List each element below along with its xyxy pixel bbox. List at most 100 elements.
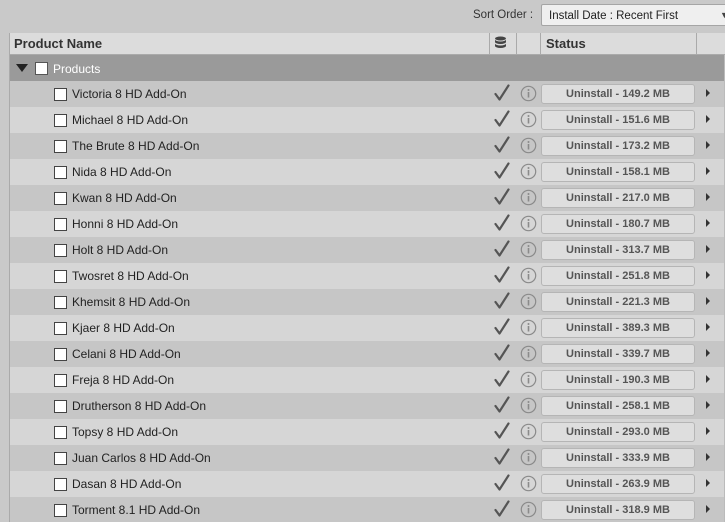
uninstall-button[interactable]: Uninstall - 251.8 MB [541,266,695,286]
info-icon[interactable] [520,215,537,235]
uninstall-button[interactable]: Uninstall - 173.2 MB [541,136,695,156]
uninstall-button[interactable]: Uninstall - 293.0 MB [541,422,695,442]
table-row[interactable]: Topsy 8 HD Add-On Uninstall - 293.0 MB [10,419,725,445]
arrow-right-icon[interactable] [706,167,710,175]
info-icon[interactable] [520,267,537,287]
arrow-right-icon[interactable] [706,89,710,97]
arrow-right-icon[interactable] [706,193,710,201]
uninstall-button[interactable]: Uninstall - 339.7 MB [541,344,695,364]
arrow-right-icon[interactable] [706,479,710,487]
arrow-right-icon[interactable] [706,245,710,253]
info-icon[interactable] [520,423,537,443]
arrow-right-icon[interactable] [706,297,710,305]
checkmark-icon [494,474,510,495]
uninstall-button[interactable]: Uninstall - 217.0 MB [541,188,695,208]
arrow-right-icon[interactable] [706,453,710,461]
product-name: Juan Carlos 8 HD Add-On [72,451,211,465]
product-name: Torment 8.1 HD Add-On [72,503,201,517]
row-checkbox[interactable] [54,452,67,465]
table-row[interactable]: Khemsit 8 HD Add-On Uninstall - 221.3 MB [10,289,725,315]
info-icon[interactable] [520,293,537,313]
uninstall-button[interactable]: Uninstall - 180.7 MB [541,214,695,234]
product-name: Topsy 8 HD Add-On [72,425,179,439]
arrow-right-icon[interactable] [706,219,710,227]
uninstall-button[interactable]: Uninstall - 258.1 MB [541,396,695,416]
sort-order-dropdown[interactable]: Install Date : Recent First ▼ [541,4,725,26]
info-icon[interactable] [520,397,537,417]
info-icon[interactable] [520,345,537,365]
table-row[interactable]: Michael 8 HD Add-On Uninstall - 151.6 MB [10,107,725,133]
arrow-right-icon[interactable] [706,349,710,357]
row-checkbox[interactable] [54,218,67,231]
table-row[interactable]: Torment 8.1 HD Add-On Uninstall - 318.9 M… [10,497,725,522]
table-row[interactable]: Dasan 8 HD Add-On Uninstall - 263.9 MB [10,471,725,497]
arrow-right-icon[interactable] [706,115,710,123]
arrow-right-icon[interactable] [706,427,710,435]
row-checkbox[interactable] [54,400,67,413]
arrow-right-icon[interactable] [706,375,710,383]
group-row-products[interactable]: Products [10,55,725,81]
row-checkbox[interactable] [54,478,67,491]
uninstall-button[interactable]: Uninstall - 318.9 MB [541,500,695,520]
group-checkbox[interactable] [35,62,48,75]
table-row[interactable]: Holt 8 HD Add-On Uninstall - 313.7 MB [10,237,725,263]
row-checkbox[interactable] [54,88,67,101]
row-checkbox[interactable] [54,322,67,335]
uninstall-button[interactable]: Uninstall - 221.3 MB [541,292,695,312]
arrow-right-icon[interactable] [706,271,710,279]
uninstall-button[interactable]: Uninstall - 158.1 MB [541,162,695,182]
table-row[interactable]: Juan Carlos 8 HD Add-On Uninstall - 333.9… [10,445,725,471]
table-row[interactable]: Drutherson 8 HD Add-On Uninstall - 258.1 … [10,393,725,419]
info-icon[interactable] [520,163,537,183]
table-row[interactable]: Twosret 8 HD Add-On Uninstall - 251.8 MB [10,263,725,289]
column-divider [696,33,697,54]
row-checkbox[interactable] [54,244,67,257]
row-checkbox[interactable] [54,426,67,439]
row-checkbox[interactable] [54,192,67,205]
info-icon[interactable] [520,85,537,105]
uninstall-button[interactable]: Uninstall - 263.9 MB [541,474,695,494]
table-row[interactable]: Kjaer 8 HD Add-On Uninstall - 389.3 MB [10,315,725,341]
uninstall-button[interactable]: Uninstall - 149.2 MB [541,84,695,104]
table-row[interactable]: Kwan 8 HD Add-On Uninstall - 217.0 MB [10,185,725,211]
info-icon[interactable] [520,319,537,339]
row-checkbox[interactable] [54,504,67,517]
arrow-right-icon[interactable] [706,505,710,513]
table-row[interactable]: Freja 8 HD Add-On Uninstall - 190.3 MB [10,367,725,393]
uninstall-button[interactable]: Uninstall - 190.3 MB [541,370,695,390]
row-checkbox[interactable] [54,374,67,387]
table-row[interactable]: Nida 8 HD Add-On Uninstall - 158.1 MB [10,159,725,185]
table-row[interactable]: Honni 8 HD Add-On Uninstall - 180.7 MB [10,211,725,237]
triangle-down-icon[interactable] [16,64,28,72]
info-icon[interactable] [520,501,537,521]
table-row[interactable]: Victoria 8 HD Add-On Uninstall - 149.2 MB [10,81,725,107]
uninstall-button[interactable]: Uninstall - 313.7 MB [541,240,695,260]
uninstall-button[interactable]: Uninstall - 333.9 MB [541,448,695,468]
row-checkbox[interactable] [54,270,67,283]
uninstall-button[interactable]: Uninstall - 389.3 MB [541,318,695,338]
info-icon[interactable] [520,449,537,469]
arrow-right-icon[interactable] [706,401,710,409]
arrow-right-icon[interactable] [706,141,710,149]
info-icon[interactable] [520,371,537,391]
product-name: Freja 8 HD Add-On [72,373,175,387]
row-checkbox[interactable] [54,348,67,361]
info-icon[interactable] [520,111,537,131]
row-checkbox[interactable] [54,114,67,127]
arrow-right-icon[interactable] [706,323,710,331]
row-checkbox[interactable] [54,140,67,153]
table-row[interactable]: The Brute 8 HD Add-On Uninstall - 173.2 M… [10,133,725,159]
info-icon[interactable] [520,475,537,495]
info-icon[interactable] [520,189,537,209]
checkmark-icon [494,266,510,287]
info-icon[interactable] [520,241,537,261]
uninstall-button[interactable]: Uninstall - 151.6 MB [541,110,695,130]
row-checkbox[interactable] [54,296,67,309]
column-header-status[interactable]: Status [546,36,586,51]
column-header-product-name[interactable]: Product Name [14,36,102,51]
database-icon[interactable] [494,36,507,53]
info-icon[interactable] [520,137,537,157]
table-row[interactable]: Celani 8 HD Add-On Uninstall - 339.7 MB [10,341,725,367]
row-checkbox[interactable] [54,166,67,179]
checkmark-icon [494,136,510,157]
